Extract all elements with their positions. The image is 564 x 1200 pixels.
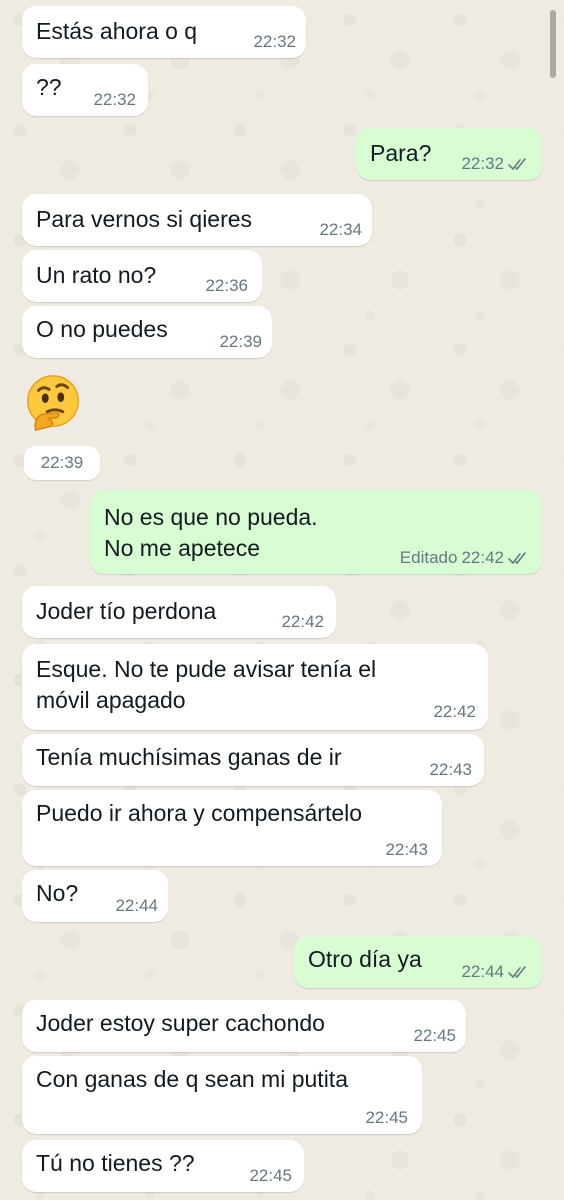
message-time: 22:32 <box>93 90 136 109</box>
double-check-read-icon <box>508 158 526 170</box>
message-time: 22:45 <box>413 1026 456 1045</box>
message-time: 22:43 <box>385 840 428 859</box>
message-bubble-incoming[interactable]: Estás ahora o q 22:32 <box>22 6 306 58</box>
message-bubble-incoming[interactable]: Esque. No te pude avisar tenía el móvil … <box>22 644 488 730</box>
message-time: 22:43 <box>429 760 472 779</box>
message-time: 22:42 <box>461 548 504 567</box>
message-meta: Editado 22:42 <box>400 548 530 568</box>
message-meta: 22:32 <box>461 154 530 174</box>
message-time: 22:36 <box>205 276 248 295</box>
chat-conversation[interactable]: Estás ahora o q 22:32 ?? 22:32 Para? 22:… <box>0 0 564 1200</box>
message-bubble-incoming[interactable]: Para vernos si qieres 22:34 <box>22 194 372 246</box>
message-meta: 22:44 <box>461 962 530 982</box>
message-text: Un rato no? <box>36 262 157 288</box>
message-text: Con ganas de q sean mi putita <box>36 1066 348 1092</box>
message-time: 22:45 <box>249 1166 292 1185</box>
message-text: Joder tío perdona <box>36 598 217 624</box>
message-time: 22:34 <box>319 220 362 239</box>
message-bubble-incoming[interactable]: Con ganas de q sean mi putita 22:45 <box>22 1056 422 1134</box>
message-time: 22:39 <box>219 332 262 351</box>
message-bubble-outgoing[interactable]: Para? 22:32 <box>356 128 542 180</box>
message-text: Para? <box>370 140 432 166</box>
message-text: Estás ahora o q <box>36 18 198 44</box>
message-text: Otro día ya <box>308 946 422 972</box>
message-time: 22:44 <box>461 962 504 981</box>
message-text: No es que no pueda. No me apetece <box>104 504 318 561</box>
message-bubble-outgoing[interactable]: Otro día ya 22:44 <box>294 936 542 988</box>
message-bubble-incoming[interactable]: Joder tío perdona 22:42 <box>22 586 336 638</box>
message-text: No? <box>36 880 79 906</box>
message-text: Tú no tienes ?? <box>36 1150 195 1176</box>
thinking-face-emoji[interactable] <box>22 372 84 434</box>
message-time: 22:44 <box>115 896 158 915</box>
message-bubble-incoming[interactable]: Joder estoy super cachondo 22:45 <box>22 1000 466 1052</box>
message-bubble-outgoing[interactable]: No es que no pueda. No me apetece Editad… <box>90 490 542 574</box>
message-text: Puedo ir ahora y compensártelo <box>36 800 363 826</box>
message-bubble-incoming[interactable]: Un rato no? 22:36 <box>22 250 262 302</box>
message-time: 22:45 <box>365 1108 408 1127</box>
message-bubble-incoming[interactable]: O no puedes 22:39 <box>22 306 272 358</box>
message-bubble-incoming[interactable]: Tenía muchísimas ganas de ir 22:43 <box>22 734 484 786</box>
double-check-read-icon <box>508 966 526 978</box>
message-text: Joder estoy super cachondo <box>36 1010 325 1036</box>
message-bubble-incoming[interactable]: Tú no tienes ?? 22:45 <box>22 1140 304 1192</box>
message-bubble-incoming[interactable]: ?? 22:32 <box>22 64 148 116</box>
message-bubble-incoming[interactable]: No? 22:44 <box>22 870 168 922</box>
scrollbar[interactable] <box>550 10 556 78</box>
message-text: O no puedes <box>36 316 168 342</box>
message-bubble-incoming[interactable]: Puedo ir ahora y compensártelo 22:43 <box>22 790 442 866</box>
message-text: Esque. No te pude avisar tenía el móvil … <box>36 656 377 713</box>
message-time: 22:42 <box>433 702 476 721</box>
message-text: Tenía muchísimas ganas de ir <box>36 744 342 770</box>
message-text: ?? <box>36 74 62 100</box>
double-check-read-icon <box>508 552 526 564</box>
message-time: 22:39 <box>24 446 100 480</box>
edited-label: Editado <box>399 548 458 567</box>
message-time: 22:42 <box>281 612 324 631</box>
message-time: 22:32 <box>253 32 296 51</box>
message-time: 22:32 <box>461 154 504 173</box>
message-text: Para vernos si qieres <box>36 206 253 232</box>
